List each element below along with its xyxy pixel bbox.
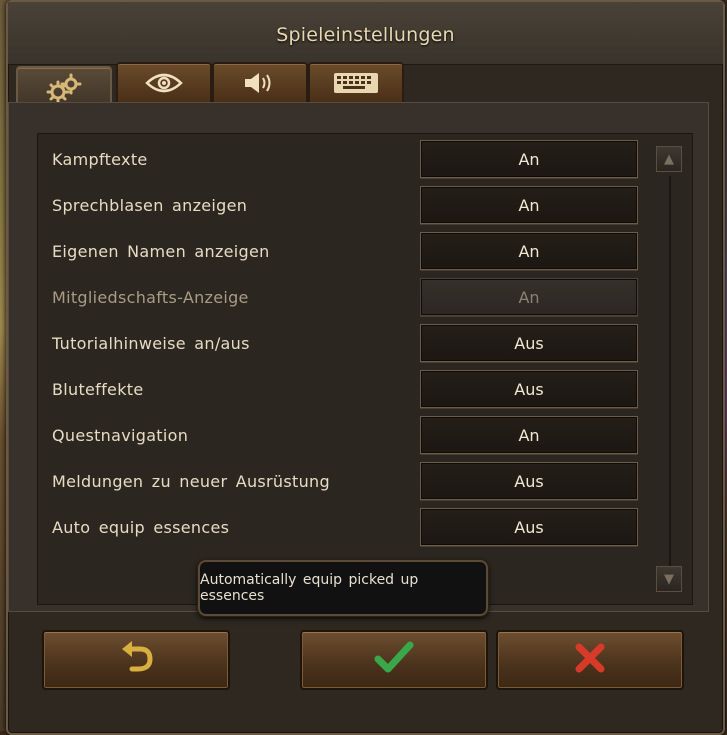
reset-button[interactable] xyxy=(42,630,230,690)
title-bar[interactable]: Spieleinstellungen xyxy=(8,2,723,65)
setting-label-new-equipment: Meldungen zu neuer Ausrüstung xyxy=(52,472,330,491)
checkmark-icon xyxy=(374,641,414,679)
triangle-down-icon: ▼ xyxy=(664,571,674,587)
scroll-down-button[interactable]: ▼ xyxy=(656,566,682,592)
cancel-button[interactable] xyxy=(496,630,684,690)
cross-icon xyxy=(573,641,607,679)
undo-arrow-icon xyxy=(116,641,156,679)
eye-icon xyxy=(145,71,183,95)
tab-display[interactable] xyxy=(116,62,212,104)
toggle-own-name[interactable]: An xyxy=(420,232,638,270)
speaker-icon xyxy=(242,70,278,96)
toggle-new-equipment[interactable]: Aus xyxy=(420,462,638,500)
setting-label-tutorial-hints: Tutorialhinweise an/aus xyxy=(52,334,250,353)
setting-label-membership: Mitgliedschafts-Anzeige xyxy=(52,288,249,307)
toggle-speech-bubbles[interactable]: An xyxy=(420,186,638,224)
toggle-blood-effects[interactable]: Aus xyxy=(420,370,638,408)
setting-label-own-name: Eigenen Namen anzeigen xyxy=(52,242,270,261)
window-title: Spieleinstellungen xyxy=(276,24,455,46)
scroll-up-button[interactable]: ▲ xyxy=(656,146,682,172)
scrollbar-track[interactable] xyxy=(669,176,671,568)
setting-label-auto-equip: Auto equip essences xyxy=(52,518,230,537)
tab-sound[interactable] xyxy=(212,62,308,104)
toggle-combat-text[interactable]: An xyxy=(420,140,638,178)
gears-icon xyxy=(44,73,84,103)
setting-label-quest-navigation: Questnavigation xyxy=(52,426,189,445)
toggle-tutorial-hints[interactable]: Aus xyxy=(420,324,638,362)
confirm-button[interactable] xyxy=(300,630,488,690)
tab-keyboard[interactable] xyxy=(308,62,404,104)
setting-label-speech-bubbles: Sprechblasen anzeigen xyxy=(52,196,248,215)
keyboard-icon xyxy=(333,71,379,95)
setting-label-blood-effects: Bluteffekte xyxy=(52,380,144,399)
toggle-quest-navigation[interactable]: An xyxy=(420,416,638,454)
scrollbar[interactable]: ▲ ▼ xyxy=(656,146,684,594)
triangle-up-icon: ▲ xyxy=(664,151,674,167)
toggle-membership: An xyxy=(420,278,638,316)
setting-label-combat-text: Kampftexte xyxy=(52,150,148,169)
tooltip: Automatically equip picked up essences xyxy=(198,560,488,616)
toggle-auto-equip[interactable]: Aus xyxy=(420,508,638,546)
